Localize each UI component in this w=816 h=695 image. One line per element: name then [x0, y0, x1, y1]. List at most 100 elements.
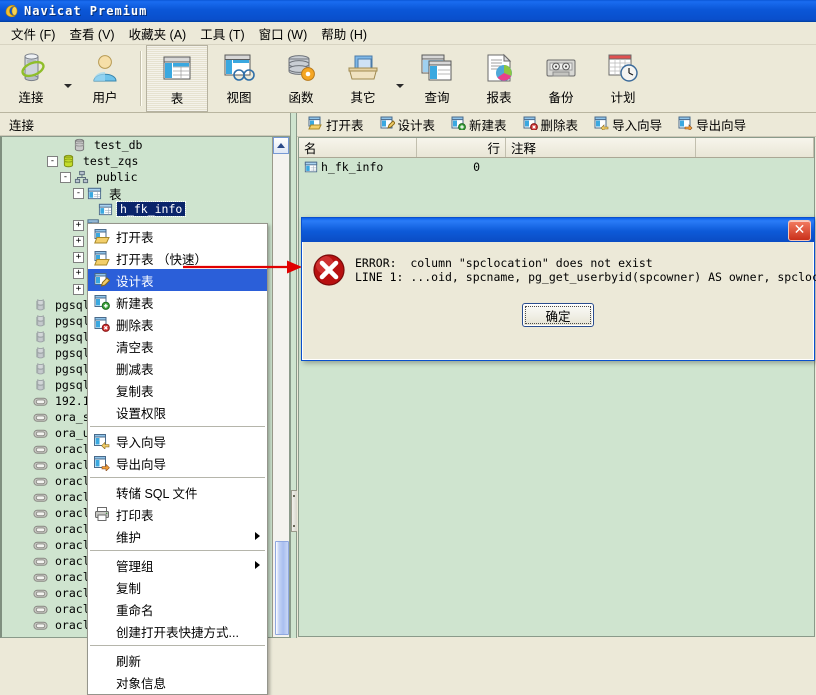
- menu-tools[interactable]: 工具 (T): [193, 22, 251, 45]
- list-column-header[interactable]: 行: [417, 138, 506, 157]
- menu-view[interactable]: 查看 (V): [62, 22, 121, 45]
- toolbar-other-label: 其它: [350, 91, 376, 105]
- context-menu-item[interactable]: 维护: [88, 525, 267, 547]
- open-table-button[interactable]: 打开表: [303, 114, 366, 135]
- table-item-icon: [98, 203, 113, 215]
- expand-icon[interactable]: +: [73, 219, 84, 231]
- import-wizard-button[interactable]: 导入向导: [589, 114, 664, 135]
- collapse-icon[interactable]: -: [73, 187, 84, 199]
- context-menu-item[interactable]: 复制: [88, 576, 267, 598]
- toolbar-table[interactable]: 表: [146, 45, 208, 112]
- error-dialog[interactable]: ✕ ERROR: column "spclocation" does not e…: [301, 217, 816, 361]
- tree-node-content[interactable]: test_zqs: [80, 154, 141, 168]
- object-list-view[interactable]: 名行注释 h_fk_info 0: [298, 137, 815, 637]
- object-list-body[interactable]: h_fk_info 0: [299, 158, 814, 176]
- context-menu-item[interactable]: 新建表: [88, 291, 267, 313]
- tree-node[interactable]: test_db: [2, 137, 272, 153]
- toolbar-other-dropdown[interactable]: [394, 45, 406, 112]
- menu-help[interactable]: 帮助 (H): [314, 22, 374, 45]
- tree-node-content[interactable]: public: [93, 170, 141, 184]
- oracle-icon: [33, 573, 48, 582]
- tree-node-content[interactable]: test_db: [91, 138, 145, 152]
- tree-node[interactable]: - test_zqs: [2, 153, 272, 169]
- error-message-line2: LINE 1: ...oid, spcname, pg_get_userbyid…: [355, 270, 816, 284]
- context-menu-item[interactable]: 设计表: [88, 269, 267, 291]
- toolbar-connection[interactable]: 连接: [0, 45, 62, 112]
- expand-icon[interactable]: +: [73, 251, 84, 263]
- ok-button[interactable]: 确定: [522, 303, 594, 327]
- context-menu-item[interactable]: 清空表: [88, 335, 267, 357]
- toolbar-query[interactable]: 查询: [406, 45, 468, 112]
- toolbar-user[interactable]: 用户: [74, 45, 136, 112]
- tree-node-selected[interactable]: h_fk_info: [115, 201, 187, 217]
- expand-icon[interactable]: +: [73, 267, 84, 279]
- scroll-up-icon[interactable]: [273, 137, 289, 154]
- context-menu-item[interactable]: 转储 SQL 文件: [88, 481, 267, 503]
- menu-favorites[interactable]: 收藏夹 (A): [122, 22, 194, 45]
- context-menu-item[interactable]: 导入向导: [88, 430, 267, 452]
- collapse-icon[interactable]: -: [60, 171, 71, 183]
- expand-icon[interactable]: +: [73, 283, 84, 295]
- toolbar-report[interactable]: 报表: [468, 45, 530, 112]
- close-icon[interactable]: ✕: [788, 219, 811, 241]
- design-table-icon: [94, 273, 110, 287]
- context-menu-item[interactable]: 删除表: [88, 313, 267, 335]
- pane-splitter[interactable]: [290, 113, 298, 638]
- toolbar-function[interactable]: 函数: [270, 45, 332, 112]
- toolbar-other[interactable]: 其它: [332, 45, 394, 112]
- scrollbar-thumb[interactable]: [275, 541, 289, 635]
- list-column-header[interactable]: [696, 138, 814, 157]
- tables-folder-icon: [87, 187, 102, 199]
- collapse-icon[interactable]: -: [47, 155, 58, 167]
- context-menu-item[interactable]: 对象信息: [88, 671, 267, 693]
- context-menu-item-label: 复制: [116, 581, 142, 596]
- context-menu-item-label: 设计表: [116, 274, 154, 289]
- menu-item-no-icon: [91, 651, 113, 669]
- tree-node-content[interactable]: 表: [106, 184, 125, 203]
- list-column-header[interactable]: 注释: [506, 138, 696, 157]
- tree-node[interactable]: - public: [2, 169, 272, 185]
- toolbar-view[interactable]: 视图: [208, 45, 270, 112]
- context-menu-item[interactable]: 导出向导: [88, 452, 267, 474]
- context-menu-item[interactable]: 打开表 （快速）: [88, 247, 267, 269]
- delete-table-button[interactable]: 删除表: [518, 114, 581, 135]
- context-menu-item[interactable]: 管理组: [88, 554, 267, 576]
- tree-node[interactable]: -表: [2, 184, 272, 203]
- context-menu-item[interactable]: 创建打开表快捷方式...: [88, 620, 267, 642]
- context-menu-item[interactable]: 复制表: [88, 379, 267, 401]
- expand-icon[interactable]: +: [73, 235, 84, 247]
- toolbar-connection-dropdown[interactable]: [62, 45, 74, 112]
- menu-item-no-icon: [91, 483, 113, 501]
- menu-window[interactable]: 窗口 (W): [252, 22, 315, 45]
- context-menu-item[interactable]: 打印表: [88, 503, 267, 525]
- toolbar-report-label: 报表: [486, 91, 512, 105]
- list-column-header[interactable]: 名: [299, 138, 417, 157]
- context-menu-item[interactable]: 删减表: [88, 357, 267, 379]
- toolbar-backup[interactable]: 备份: [530, 45, 592, 112]
- menu-file[interactable]: 文件 (F): [4, 22, 62, 45]
- tree-node[interactable]: h_fk_info: [2, 201, 272, 217]
- new-table-button[interactable]: 新建表: [446, 114, 509, 135]
- table-row[interactable]: h_fk_info 0: [299, 158, 814, 176]
- menu-item-no-icon: [91, 359, 113, 377]
- toolbar-schedule[interactable]: 计划: [592, 45, 654, 112]
- toolbar-table-label: 表: [170, 92, 184, 106]
- context-menu-item[interactable]: 打开表: [88, 225, 267, 247]
- table-context-menu[interactable]: 打开表 打开表 （快速） 设计表新建表 删除表 清空表 删减表 复制表 设置权限导入向导 导出向…: [87, 223, 268, 695]
- tree-vertical-scrollbar[interactable]: [272, 137, 289, 637]
- context-menu-item[interactable]: 刷新: [88, 649, 267, 671]
- context-menu-item[interactable]: 设置权限: [88, 401, 267, 423]
- design-table-button[interactable]: 设计表: [375, 114, 438, 135]
- database-green-icon: [63, 154, 74, 167]
- connection-icon: [16, 51, 46, 85]
- error-dialog-title-bar: ✕: [302, 218, 814, 242]
- export-wizard-button[interactable]: 导出向导: [673, 114, 748, 135]
- list-cell-name: h_fk_info: [299, 160, 417, 174]
- export-wizard-icon: [91, 454, 113, 472]
- context-menu-item[interactable]: 重命名: [88, 598, 267, 620]
- context-menu-separator: [90, 550, 265, 551]
- other-icon: [346, 51, 380, 85]
